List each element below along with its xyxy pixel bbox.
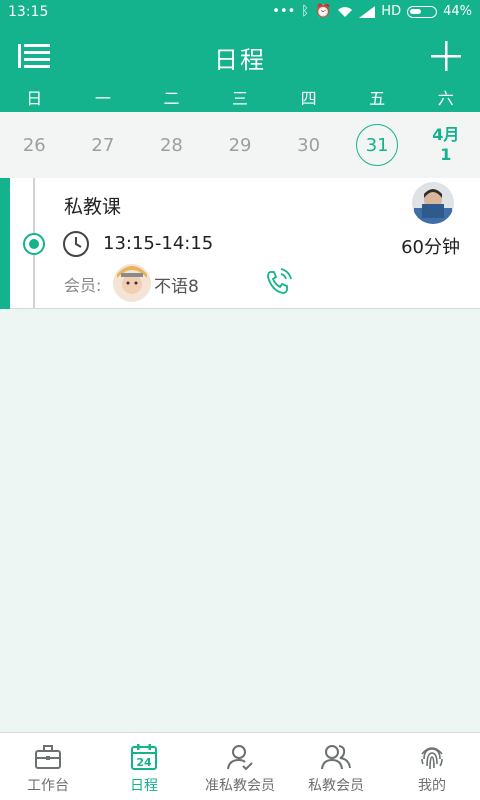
duration: 60分钟: [401, 237, 460, 258]
weekday-label: 三: [232, 89, 249, 108]
nav-item-prospective-members[interactable]: 准私教会员: [192, 733, 288, 800]
signal-icon: [359, 5, 376, 18]
date-cell[interactable]: 29: [206, 112, 275, 178]
wifi-icon: [338, 6, 353, 17]
time-range: 13:15-14:15: [103, 233, 214, 254]
nav-label: 准私教会员: [205, 778, 275, 794]
clock-icon: [63, 231, 89, 257]
date-cell[interactable]: 30: [274, 112, 343, 178]
date-cell-selected[interactable]: 31: [343, 112, 412, 178]
date-number: 29: [228, 134, 252, 156]
status-icons: ••• ᛒ ⏰ HD 44%: [272, 4, 472, 19]
date-number: 30: [297, 134, 321, 156]
weekday-label: 日: [26, 89, 43, 108]
card-accent-bar: [0, 178, 10, 309]
course-title: 私教课: [64, 196, 122, 218]
more-dots-icon: •••: [272, 4, 296, 19]
weekday-label: 一: [94, 89, 111, 108]
alarm-icon: ⏰: [315, 4, 332, 19]
user-check-icon: [227, 745, 253, 771]
timeline-dot: [23, 233, 45, 255]
weekday-label: 六: [437, 89, 454, 108]
date-cell[interactable]: 26: [0, 112, 69, 178]
date-row: 26 27 28 29 30 31 4月 1: [0, 112, 480, 178]
users-icon: [321, 745, 351, 770]
briefcase-icon: [35, 745, 61, 769]
date-number: 26: [22, 134, 46, 156]
schedule-card[interactable]: 私教课 13:15-14:15 60分钟 会员: 不语8: [0, 178, 480, 309]
nav-item-schedule[interactable]: 24 日程: [96, 733, 192, 800]
calendar-icon: 24: [131, 744, 157, 770]
date-cell-next-month[interactable]: 4月 1: [411, 112, 480, 178]
status-time: 13:15: [8, 4, 49, 20]
app-header: 日程: [0, 26, 480, 86]
bluetooth-icon: ᛒ: [301, 4, 310, 19]
weekday-label: 二: [163, 89, 180, 108]
coach-avatar: [412, 182, 454, 224]
add-icon[interactable]: [430, 40, 462, 72]
phone-icon[interactable]: [262, 266, 294, 298]
member-name: 不语8: [154, 277, 199, 297]
date-cell[interactable]: 27: [69, 112, 138, 178]
weekday-label: 五: [369, 89, 386, 108]
battery-level: 44%: [443, 4, 472, 19]
nav-label: 日程: [130, 778, 158, 794]
nav-item-workbench[interactable]: 工作台: [0, 733, 96, 800]
date-number: 27: [91, 134, 115, 156]
page-title: 日程: [214, 46, 266, 74]
member-label: 会员:: [64, 276, 102, 295]
nav-label: 我的: [418, 778, 446, 794]
battery-icon: [407, 5, 438, 18]
weekday-label: 四: [300, 89, 317, 108]
nav-label: 工作台: [27, 778, 69, 794]
network-type: HD: [381, 4, 402, 19]
weekday-row: 日 一 二 三 四 五 六: [0, 86, 480, 112]
bottom-nav: 工作台 24 日程 准私教会员 私教会员 我的: [0, 732, 480, 800]
nav-item-members[interactable]: 私教会员: [288, 733, 384, 800]
date-number: 28: [159, 134, 183, 156]
selected-date: 31: [356, 124, 399, 166]
nav-label: 私教会员: [308, 778, 364, 794]
svg-text:24: 24: [136, 756, 152, 769]
member-avatar[interactable]: [113, 264, 151, 302]
next-month-label: 4月: [432, 125, 460, 144]
nav-item-mine[interactable]: 我的: [384, 733, 480, 800]
fingerprint-icon: [421, 747, 443, 770]
date-cell[interactable]: 28: [137, 112, 206, 178]
status-bar: 13:15 ••• ᛒ ⏰ HD 44%: [0, 0, 480, 26]
next-month-day: 1: [440, 145, 452, 164]
